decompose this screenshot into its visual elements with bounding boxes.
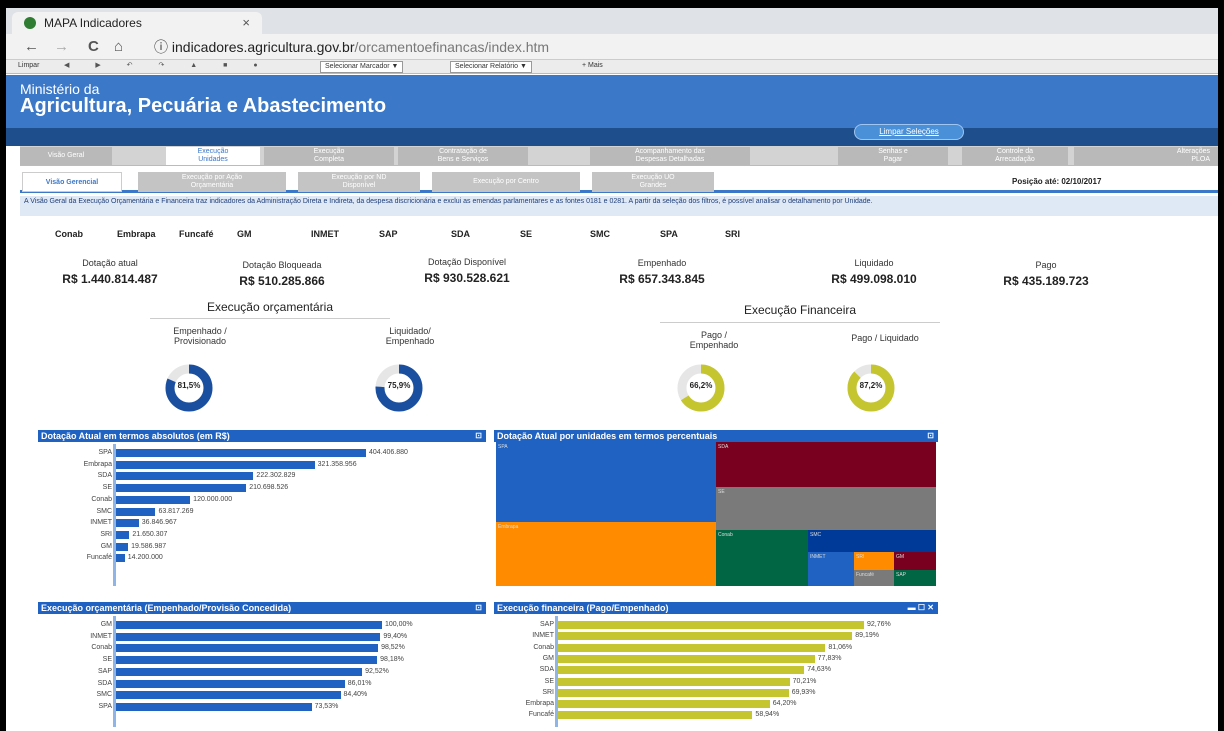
screen-frame	[0, 0, 1224, 731]
